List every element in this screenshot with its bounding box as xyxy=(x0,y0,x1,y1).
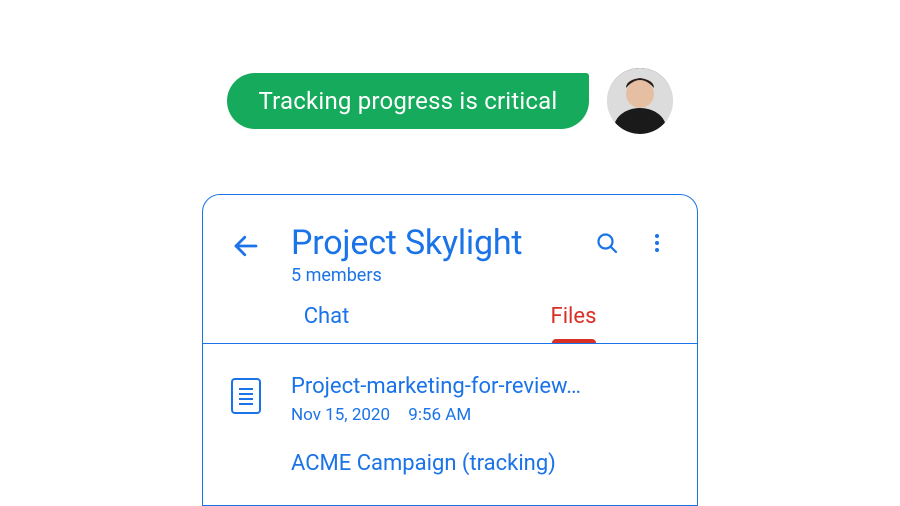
card-header: Project Skylight 5 members xyxy=(203,195,697,286)
chat-message-row: Tracking progress is critical xyxy=(0,68,900,134)
file-date: Nov 15, 2020 xyxy=(291,405,390,425)
back-button[interactable] xyxy=(231,231,261,261)
tab-chat[interactable]: Chat xyxy=(203,304,450,343)
file-row[interactable]: ACME Campaign (tracking) xyxy=(231,451,669,491)
file-name: ACME Campaign (tracking) xyxy=(291,451,669,476)
avatar xyxy=(607,68,673,134)
doc-icon xyxy=(231,378,261,414)
more-icon[interactable] xyxy=(645,231,669,255)
chat-room-card: Project Skylight 5 members Chat Files xyxy=(202,194,698,506)
chat-bubble: Tracking progress is critical xyxy=(227,73,590,129)
file-subline: Nov 15, 2020 9:56 AM xyxy=(291,405,669,425)
search-icon[interactable] xyxy=(595,231,619,255)
members-label: 5 members xyxy=(291,265,595,286)
tabs: Chat Files xyxy=(203,304,697,343)
header-actions xyxy=(595,231,669,255)
title-block: Project Skylight 5 members xyxy=(291,223,595,286)
file-name: Project-marketing-for-review… xyxy=(291,374,669,399)
file-meta: Project-marketing-for-review… Nov 15, 20… xyxy=(291,374,669,425)
tab-files[interactable]: Files xyxy=(450,304,697,343)
file-list: Project-marketing-for-review… Nov 15, 20… xyxy=(203,344,697,491)
file-meta: ACME Campaign (tracking) xyxy=(291,451,669,476)
file-time: 9:56 AM xyxy=(408,405,471,425)
room-title: Project Skylight xyxy=(291,223,595,263)
file-row[interactable]: Project-marketing-for-review… Nov 15, 20… xyxy=(231,374,669,425)
